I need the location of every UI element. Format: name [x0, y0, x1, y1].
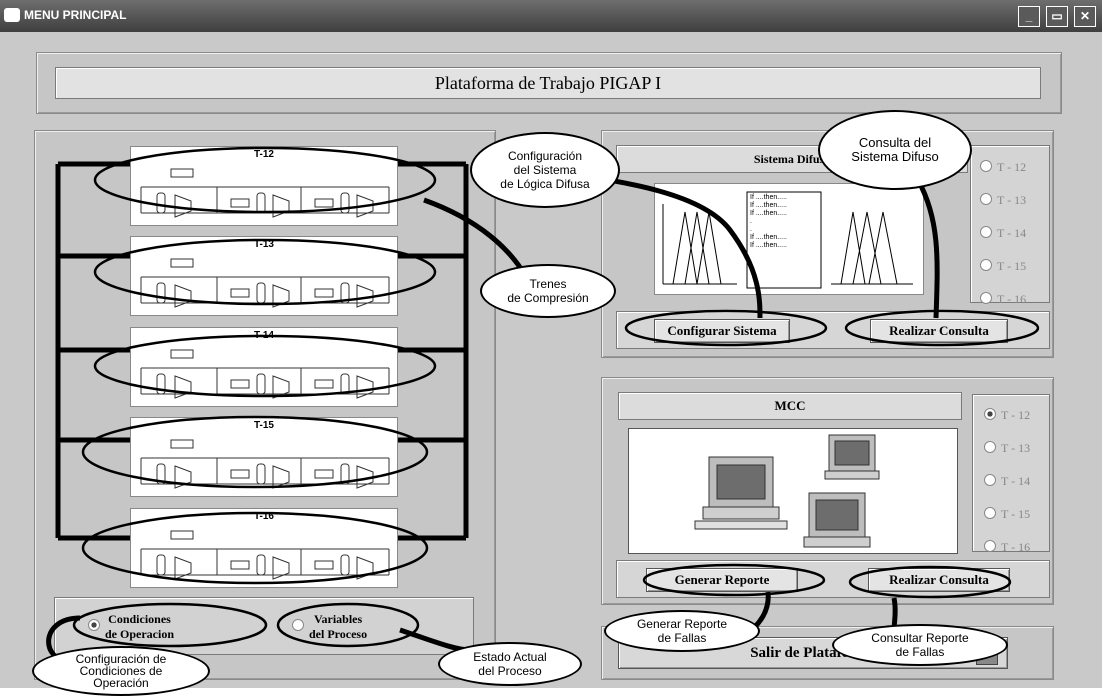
radio-label: T - 13: [1001, 441, 1031, 455]
callout-state: Estado Actual del Proceso: [438, 642, 582, 686]
radio-label: T - 16: [997, 292, 1027, 306]
highlight-ellipse: [844, 309, 1040, 347]
highlight-ellipse: [93, 238, 437, 306]
radio-dot-icon: [980, 259, 992, 271]
highlight-ellipse: [81, 415, 429, 489]
pointer-line: [423, 197, 528, 277]
radio-dot-icon: [292, 618, 304, 631]
radio-dot-icon: [984, 408, 996, 420]
highlight-ellipse: [93, 334, 437, 398]
radio-dot-icon: [980, 226, 992, 238]
pointer-line: [891, 597, 898, 629]
callout-trains: Trenes de Compresión: [480, 264, 616, 318]
radio-label: T - 12: [997, 160, 1027, 174]
radio-dot-icon: [984, 540, 996, 552]
radio-dot-icon: [88, 618, 100, 631]
option-label: Condiciones de Operacion: [105, 612, 174, 641]
train-radio[interactable]: T - 15: [984, 507, 1030, 522]
train-radio[interactable]: T - 14: [980, 226, 1026, 241]
train-radio[interactable]: T - 13: [980, 193, 1026, 208]
train-radio[interactable]: T - 16: [984, 540, 1030, 555]
highlight-ellipse: [81, 511, 429, 585]
callout-query-fuzzy: Consulta del Sistema Difuso: [818, 110, 972, 190]
train-radio[interactable]: T - 13: [984, 441, 1030, 456]
radio-dot-icon: [984, 507, 996, 519]
callout-query-report: Consultar Reporte de Fallas: [832, 624, 1008, 666]
option-radio[interactable]: Variables del Proceso: [292, 612, 442, 642]
radio-dot-icon: [980, 160, 992, 172]
radio-label: T - 12: [1001, 408, 1031, 422]
annotation-overlay: [46, 146, 1040, 665]
train-radio[interactable]: T - 12: [980, 160, 1026, 175]
highlight-ellipse: [848, 565, 1012, 599]
radio-label: T - 14: [1001, 474, 1031, 488]
option-radio[interactable]: Condiciones de Operacion: [88, 612, 238, 642]
radio-label: T - 15: [1001, 507, 1031, 521]
radio-label: T - 15: [997, 259, 1027, 273]
highlight-ellipse: [624, 309, 828, 347]
highlight-ellipse: [642, 563, 826, 597]
callout-conditions: Configuración de Condiciones de Operació…: [32, 646, 210, 696]
train-radio[interactable]: T - 15: [980, 259, 1026, 274]
radio-label: T - 13: [997, 193, 1027, 207]
option-label: Variables del Proceso: [309, 612, 368, 641]
train-radio[interactable]: T - 14: [984, 474, 1030, 489]
train-radio[interactable]: T - 12: [984, 408, 1030, 423]
callout-report: Generar Reporte de Fallas: [604, 610, 760, 652]
radio-dot-icon: [980, 193, 992, 205]
radio-label: T - 16: [1001, 540, 1031, 554]
highlight-ellipse: [93, 146, 437, 214]
radio-dot-icon: [984, 441, 996, 453]
radio-dot-icon: [980, 292, 992, 304]
pointer-line: [915, 178, 940, 319]
radio-label: T - 14: [997, 226, 1027, 240]
train-radio[interactable]: T - 16: [980, 292, 1026, 307]
radio-dot-icon: [984, 474, 996, 486]
callout-config-fuzzy: Configuración del Sistema de Lógica Difu…: [470, 132, 620, 208]
